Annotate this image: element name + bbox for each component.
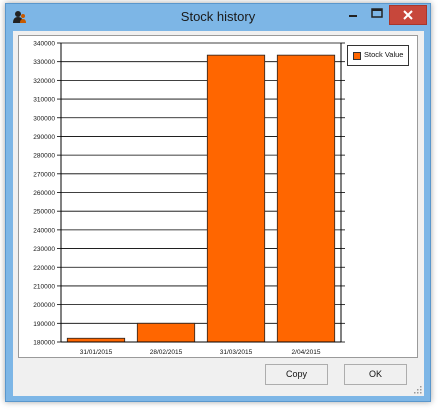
dialog-body: 180000 190000 200000 210000 220000 230000 2400… bbox=[13, 31, 424, 396]
resize-grip-icon[interactable] bbox=[412, 384, 422, 394]
x-tick-label: 28/02/2015 bbox=[150, 349, 183, 356]
y-tick-label: 270000 bbox=[33, 171, 55, 178]
stock-history-window: Stock history 180000 190000 200000 210000 bbox=[5, 3, 431, 402]
ok-button[interactable]: OK bbox=[344, 364, 407, 385]
legend-swatch bbox=[353, 52, 361, 60]
x-tick-label: 2/04/2015 bbox=[292, 349, 321, 356]
y-tick-label: 290000 bbox=[33, 134, 55, 141]
y-tick-label: 180000 bbox=[33, 340, 55, 347]
y-tick-label: 330000 bbox=[33, 59, 55, 66]
y-tick-label: 210000 bbox=[33, 283, 55, 290]
y-tick-label: 260000 bbox=[33, 190, 55, 197]
y-tick-label: 320000 bbox=[33, 78, 55, 85]
y-tick-label: 220000 bbox=[33, 265, 55, 272]
close-button[interactable] bbox=[389, 5, 427, 25]
stock-value-bar-chart: 180000 190000 200000 210000 220000 230000 2400… bbox=[33, 41, 345, 356]
maximize-button[interactable] bbox=[365, 4, 389, 24]
bar-stock-value bbox=[66, 337, 126, 343]
y-tick-label: 250000 bbox=[33, 209, 55, 216]
bar-stock-value bbox=[276, 54, 336, 343]
y-tick-label: 300000 bbox=[33, 115, 55, 122]
y-tick-label: 340000 bbox=[33, 41, 55, 48]
y-tick-label: 240000 bbox=[33, 227, 55, 234]
minimize-button[interactable] bbox=[341, 4, 365, 24]
chart-panel: 180000 190000 200000 210000 220000 230000 2400… bbox=[18, 35, 418, 358]
x-tick-label: 31/03/2015 bbox=[220, 349, 253, 356]
close-icon bbox=[403, 10, 413, 20]
chart-legend: Stock Value bbox=[347, 45, 409, 66]
bar-stock-value bbox=[136, 322, 196, 343]
minimize-icon bbox=[349, 15, 357, 17]
bar-stock-value bbox=[206, 54, 266, 343]
maximize-icon bbox=[371, 8, 383, 18]
y-tick-label: 190000 bbox=[33, 321, 55, 328]
legend-label-stock-value: Stock Value bbox=[364, 50, 404, 59]
x-tick-label: 31/01/2015 bbox=[80, 349, 113, 356]
y-tick-label: 280000 bbox=[33, 153, 55, 160]
copy-button[interactable]: Copy bbox=[265, 364, 328, 385]
y-tick-label: 230000 bbox=[33, 246, 55, 253]
title-bar[interactable]: Stock history bbox=[6, 4, 430, 31]
y-tick-label: 310000 bbox=[33, 97, 55, 104]
y-tick-label: 200000 bbox=[33, 302, 55, 309]
